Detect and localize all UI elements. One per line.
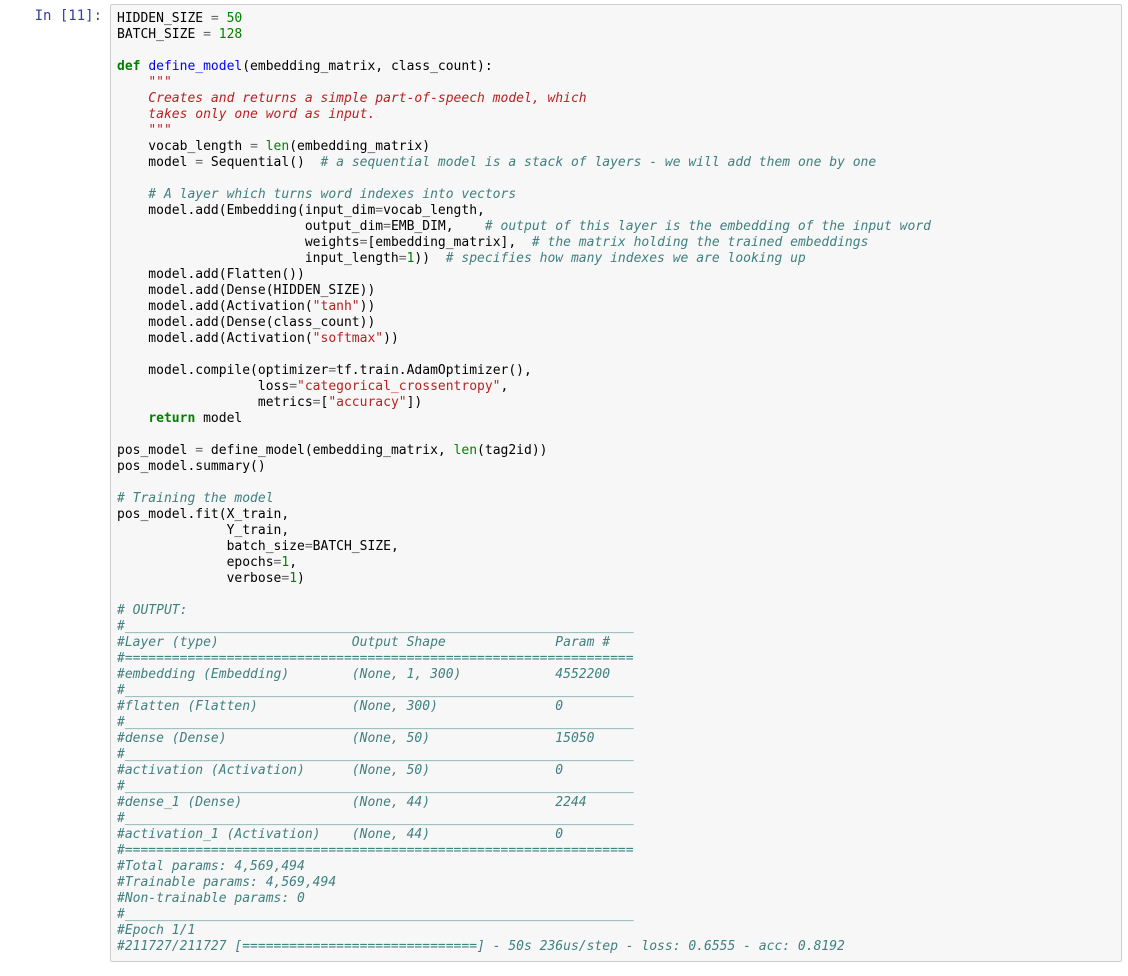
input-prompt: In [11]:: [6, 4, 110, 962]
prompt-label: In [11]:: [35, 8, 102, 24]
code-input-area[interactable]: HIDDEN_SIZE = 50 BATCH_SIZE = 128 def de…: [110, 4, 1122, 962]
code-cell: In [11]: HIDDEN_SIZE = 50 BATCH_SIZE = 1…: [6, 4, 1122, 962]
code-block: HIDDEN_SIZE = 50 BATCH_SIZE = 128 def de…: [117, 11, 1115, 955]
